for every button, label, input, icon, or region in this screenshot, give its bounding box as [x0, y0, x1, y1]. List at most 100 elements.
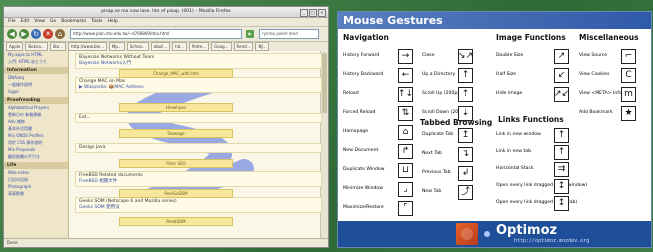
footer-url[interactable]: http://optimoz.mozdev.org — [514, 238, 589, 244]
gesture-icon: ⊔ — [398, 163, 413, 178]
gesture-icon: ↕ — [554, 196, 569, 211]
menu-item[interactable]: Edit — [21, 18, 30, 26]
navigation-toolbar: ◀ ▶ ↻ ✕ ⌂ http://www.plan.ntu.edu.tw/~d7… — [4, 27, 328, 42]
back-arrow-icon[interactable]: ◀ — [7, 29, 17, 39]
section-image-functions: Image Functions — [496, 33, 566, 42]
gesture-icon: m — [621, 87, 636, 102]
bookmark-item[interactable]: Schoo... — [126, 42, 149, 51]
bookmark-item[interactable]: Bokna... — [25, 42, 48, 51]
highlight-link[interactable]: ReelGoDSM — [119, 189, 233, 198]
bookmark-item[interactable]: hd... — [172, 42, 188, 51]
list-item[interactable]: FreeBSD Related documents FreeBSD 相關文件 — [75, 171, 322, 187]
gesture-label: Add Bookmark — [579, 110, 613, 115]
gesture-icon: ← — [398, 68, 413, 83]
highlight-link[interactable]: ReadSOM — [119, 217, 233, 226]
sidebar-link[interactable]: Ggpe — [4, 88, 68, 95]
menu-item[interactable]: Go — [50, 18, 56, 26]
scrollbar-thumb[interactable] — [322, 53, 327, 113]
list-item[interactable]: Bayesian Networks Without Tears Bayesian … — [75, 53, 322, 69]
sidebar-link[interactable]: 入門: HTML 站とうた — [4, 58, 68, 65]
bookmark-item[interactable]: Rend... — [233, 42, 254, 51]
row-title[interactable]: Design Java — [79, 145, 318, 151]
gesture-label: Forced Reload — [343, 110, 376, 115]
gesture-label: Up a Directory — [422, 72, 456, 77]
section-links-functions: Links Functions — [498, 115, 564, 124]
menu-item[interactable]: View — [34, 18, 45, 26]
list-item[interactable]: Change MAC on Mas ▶ Wikipedia: 📦MAC Addre… — [75, 77, 322, 93]
sidebar-link[interactable]: Mix ONDS Profiles — [4, 132, 68, 139]
section-miscellaneous: Miscellaneous — [579, 33, 639, 42]
bookmark-item[interactable]: NJ... — [255, 42, 270, 51]
footer-brand: Optimoz — [496, 223, 558, 238]
footer-banner: Optimoz http://optimoz.mozdev.org — [338, 221, 651, 247]
gesture-label: View <META> Info — [579, 91, 622, 96]
sidebar-link[interactable]: 基本外活用書 — [4, 125, 68, 132]
highlight-link[interactable]: Stowage — [119, 129, 233, 138]
sidebar-link[interactable]: Mix Proposals — [4, 146, 68, 153]
row-subtitle[interactable]: FreeBSD 相關文件 — [79, 179, 318, 185]
menu-item[interactable]: Tools — [91, 18, 102, 26]
sidebar-link[interactable]: Adv 補修 — [4, 118, 68, 125]
menu-item[interactable]: Help — [107, 18, 117, 26]
go-button[interactable]: ▶ — [246, 30, 254, 38]
url-input[interactable]: http://www.plan.ntu.edu.tw/~d766869/dna.… — [70, 29, 242, 39]
close-button[interactable]: × — [318, 9, 326, 17]
row-subtitle[interactable]: Geeks SOM 使用法 — [79, 205, 318, 211]
gesture-label: Hide Image — [496, 91, 523, 96]
sidebar-link[interactable]: Web notes — [4, 169, 68, 176]
gesture-label: Maximize/Restore — [343, 205, 384, 210]
highlight-link[interactable]: Filter SEO — [119, 159, 233, 168]
gesture-label: Scroll Up (200px) — [422, 91, 462, 96]
maximize-button[interactable]: □ — [309, 9, 317, 17]
sidebar-link[interactable]: 更新日の 新着情報 — [4, 111, 68, 118]
sidebar-link[interactable]: DNAseq — [4, 74, 68, 81]
sidebar-heading: Information — [4, 67, 68, 74]
search-input[interactable]: ryerbo poket drod — [259, 29, 319, 39]
list-item[interactable]: Geeks SOM (Netscape 6 and Mozilla series… — [75, 197, 322, 213]
row-subtitle[interactable]: ▶ Wikipedia: 📦MAC Address — [79, 85, 318, 91]
bullet-icon — [484, 231, 490, 237]
gesture-icon: ↴ — [458, 147, 473, 162]
minimize-button[interactable]: _ — [300, 9, 308, 17]
row-title[interactable]: Ext... — [79, 115, 318, 121]
gesture-label: Next Tab — [422, 151, 442, 156]
sidebar-link[interactable]: 日記の記録 — [4, 176, 68, 183]
forward-arrow-icon[interactable]: ▶ — [19, 29, 29, 39]
menu-item[interactable]: Bookmarks — [61, 18, 86, 26]
gesture-icon: ⌂ — [398, 125, 413, 140]
sidebar-link[interactable]: 翻訳経験の手引き — [4, 153, 68, 160]
window-title: pisap.se mo cow lase. hte of pisap. (001… — [101, 9, 231, 14]
sidebar-link[interactable]: 寫真影像 — [4, 190, 68, 197]
stop-icon[interactable]: ✕ — [43, 29, 53, 39]
sidebar-link[interactable]: Photograph — [4, 183, 68, 190]
gesture-icon: ↥ — [458, 128, 473, 143]
bookmark-item[interactable]: Goog... — [211, 42, 232, 51]
home-icon[interactable]: ⌂ — [55, 29, 65, 39]
highlight-link[interactable]: Change_MAC_with.htm — [119, 69, 233, 78]
bookmark-item[interactable]: Mp... — [108, 42, 125, 51]
bookmark-item[interactable]: Sto... — [49, 42, 67, 51]
sidebar-link[interactable]: Alphabetical Prayers — [4, 104, 68, 111]
reload-icon[interactable]: ↻ — [31, 29, 41, 39]
bookmark-item[interactable]: Petre... — [189, 42, 210, 51]
page-content: My apps to HTML 入門: HTML 站とうた Information D… — [4, 51, 328, 239]
row-subtitle[interactable]: Bayesian Networks入門 — [79, 61, 318, 67]
bookmark-item[interactable]: Apple — [6, 42, 24, 51]
highlight-link[interactable]: Hrewhyon — [119, 103, 233, 112]
sidebar-link[interactable]: 用於 CSS 操作説明 — [4, 139, 68, 146]
sidebar-link[interactable]: 一般操作説明 — [4, 81, 68, 88]
gesture-icon: ⇉ — [554, 162, 569, 177]
list-item[interactable]: Ext... — [75, 113, 322, 123]
gesture-icon: ⇣ — [458, 106, 473, 121]
gesture-icon: ★ — [621, 106, 636, 121]
menu-item[interactable]: File — [8, 18, 16, 26]
window-controls: _ □ × — [300, 9, 326, 17]
firefox-logo-icon — [456, 223, 478, 245]
gesture-label: Reload — [343, 91, 359, 96]
bookmark-item[interactable]: http://www.ble... — [68, 42, 107, 51]
gesture-icon: ⌐ — [621, 49, 636, 64]
list-item[interactable]: Design Java — [75, 143, 322, 153]
bookmark-item[interactable]: eboil... — [150, 42, 171, 51]
browser-window: pisap.se mo cow lase. hte of pisap. (001… — [3, 6, 329, 248]
sidebar-link[interactable]: My apps to HTML — [4, 51, 68, 58]
